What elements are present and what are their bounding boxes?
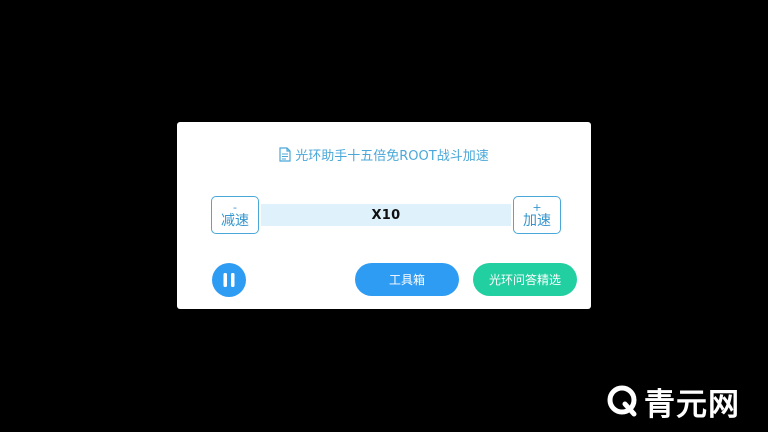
q-logo-icon [607, 385, 637, 417]
decrease-speed-button[interactable]: - 减速 [211, 196, 259, 234]
watermark: 青元网 [606, 381, 740, 423]
speed-control: - 减速 X10 + 加速 [211, 196, 561, 236]
toolbox-label: 工具箱 [388, 273, 425, 287]
qa-selection-button[interactable]: 光环问答精选 [473, 263, 577, 296]
document-icon [279, 146, 291, 162]
increase-speed-label: 加速 [523, 212, 551, 229]
dialog-title-text: 光环助手十五倍免ROOT战斗加速 [295, 148, 489, 164]
dialog-title: 光环助手十五倍免ROOT战斗加速 [177, 144, 591, 164]
toolbox-button[interactable]: 工具箱 [355, 263, 459, 296]
increase-speed-button[interactable]: + 加速 [513, 196, 561, 234]
speed-value: X10 [371, 207, 401, 223]
pause-icon [223, 273, 235, 287]
decrease-speed-label: 减速 [221, 212, 249, 229]
game-screen: 光环助手十五倍免ROOT战斗加速 - 减速 X10 + 加速 工具箱 光环问答精… [0, 0, 768, 432]
minus-symbol: - [233, 200, 237, 214]
plus-symbol: + [532, 200, 542, 214]
speed-value-display: X10 [261, 204, 511, 226]
qa-selection-label: 光环问答精选 [488, 273, 561, 287]
speed-dialog: 光环助手十五倍免ROOT战斗加速 - 减速 X10 + 加速 工具箱 光环问答精… [177, 122, 591, 309]
watermark-text: 青元网 [644, 386, 740, 423]
pause-button[interactable] [212, 263, 246, 297]
